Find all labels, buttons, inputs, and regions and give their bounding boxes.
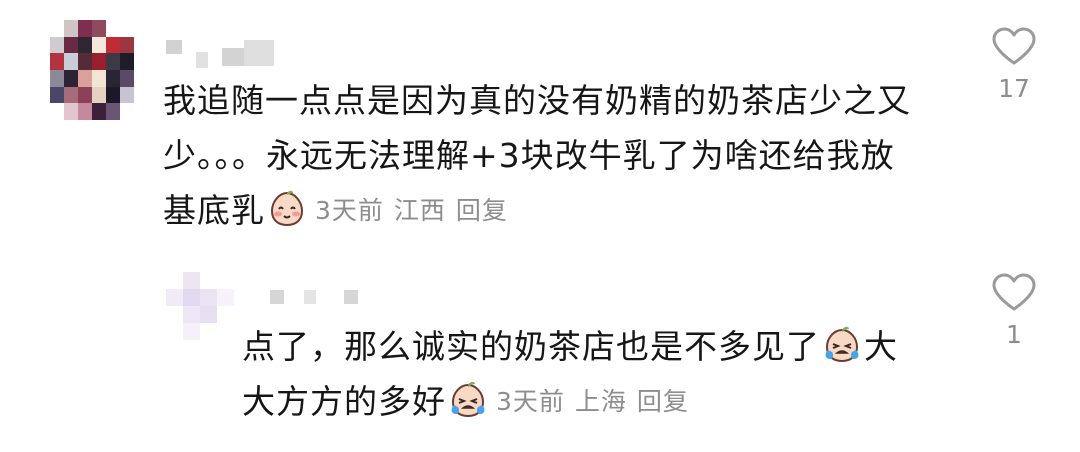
timestamp: 3天前 xyxy=(315,196,384,225)
reply-meta: 3天前 上海 回复 xyxy=(496,387,689,416)
comment-text-line-3: 基底乳 3天前 江西 回复 xyxy=(163,189,508,233)
reply-text-wrap-char: 大 xyxy=(864,327,898,366)
reply-text-end: 大方方的多好 xyxy=(242,382,446,421)
reply-text-start: 点了，那么诚实的奶茶店也是不多见了 xyxy=(242,327,820,366)
like-button[interactable]: 17 xyxy=(984,26,1044,103)
crying-emoji xyxy=(825,326,859,363)
crying-emoji xyxy=(451,381,485,418)
heart-outline-icon[interactable] xyxy=(991,272,1037,312)
reply-text-line-1: 点了，那么诚实的奶茶店也是不多见了 大 xyxy=(242,325,898,369)
username-pixelated[interactable] xyxy=(270,290,358,304)
like-count: 1 xyxy=(1006,320,1022,349)
avatar[interactable] xyxy=(50,20,134,120)
smiling-blush-emoji xyxy=(270,190,304,227)
avatar[interactable] xyxy=(166,272,234,340)
comment-text-line-1: 我追随一点点是因为真的没有奶精的奶茶店少之又 xyxy=(163,81,911,120)
like-count: 17 xyxy=(998,74,1030,103)
heart-outline-icon[interactable] xyxy=(991,26,1037,66)
comment-text-line-2: 少。。。永远无法理解+3块改牛乳了为啥还给我放 xyxy=(163,136,895,175)
comment-text-end: 基底乳 xyxy=(163,191,265,230)
timestamp: 3天前 xyxy=(496,387,565,416)
comment-meta: 3天前 江西 回复 xyxy=(315,196,508,225)
username-pixelated[interactable] xyxy=(166,40,274,68)
reply-text-line-2: 大方方的多好 3天前 上海 回复 xyxy=(242,380,689,424)
location-label: 上海 xyxy=(574,387,627,416)
like-button[interactable]: 1 xyxy=(984,272,1044,349)
location-label: 江西 xyxy=(393,196,446,225)
reply-button[interactable]: 回复 xyxy=(456,196,508,225)
reply-button[interactable]: 回复 xyxy=(637,387,689,416)
